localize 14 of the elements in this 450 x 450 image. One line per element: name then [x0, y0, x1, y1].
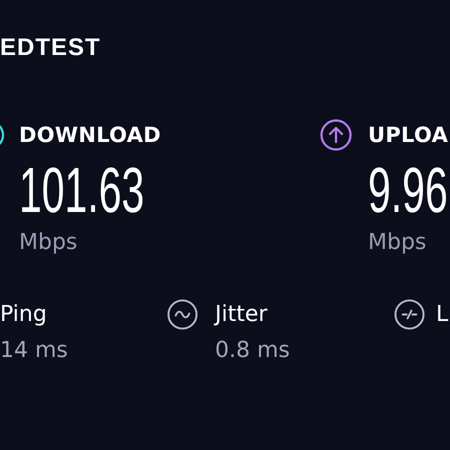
metric-label: UPLOA	[368, 122, 448, 148]
metric-value: 9.96	[368, 162, 448, 218]
stat-label: Ping	[0, 302, 47, 328]
metric-label: DOWNLOAD	[19, 122, 162, 148]
wave-icon	[167, 299, 198, 330]
brand-logo: EDTEST	[0, 36, 101, 60]
stat-value: 14 ms	[0, 338, 68, 364]
metric-unit: Mbps	[19, 230, 78, 256]
metric-value: 101.63	[19, 162, 144, 218]
latency-icon	[394, 299, 425, 330]
stat-label: Jitter	[215, 302, 268, 328]
stat-value: 0.8 ms	[215, 338, 290, 364]
stat-label: L	[436, 302, 448, 328]
metric-unit: Mbps	[368, 230, 426, 256]
